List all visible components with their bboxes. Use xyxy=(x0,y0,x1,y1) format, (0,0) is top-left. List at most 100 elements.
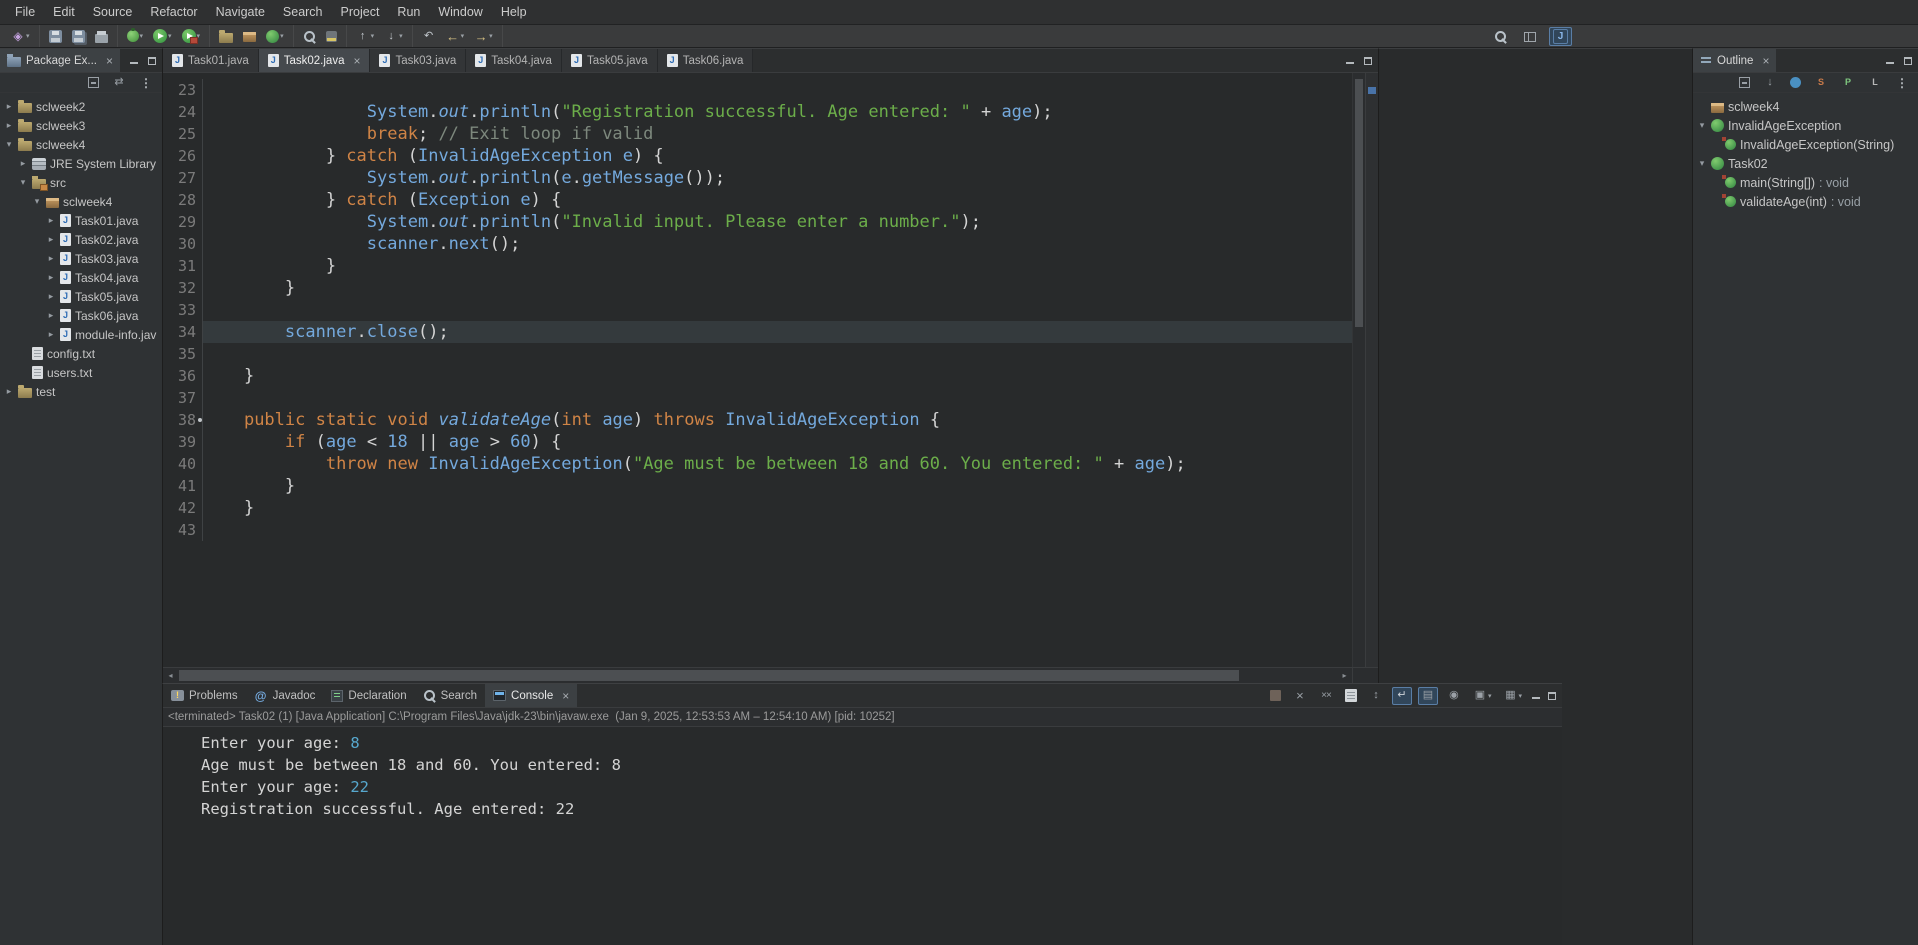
project-item-sclweek4[interactable]: ▾ sclweek4 xyxy=(0,192,162,211)
editor-tab-task01-java[interactable]: Task01.java xyxy=(163,49,259,72)
back-button[interactable]: ▾ xyxy=(442,27,469,45)
menu-item-source[interactable]: Source xyxy=(84,2,142,22)
line-number-gutter[interactable]: 28 xyxy=(163,189,203,211)
line-number-gutter[interactable]: 24 xyxy=(163,101,203,123)
chevron-expanded-icon[interactable]: ▾ xyxy=(4,139,14,150)
line-number-gutter[interactable]: 36 xyxy=(163,365,203,387)
clear-console-button[interactable] xyxy=(1342,687,1360,704)
line-number-gutter[interactable]: 35 xyxy=(163,343,203,365)
package-explorer-tab[interactable]: Package Ex... xyxy=(0,49,120,72)
chevron-collapsed-icon[interactable]: ▸ xyxy=(4,120,14,131)
new-java-project-button[interactable] xyxy=(215,28,237,45)
next-annotation-button[interactable]: ▾ xyxy=(380,27,407,45)
view-tab-problems[interactable]: Problems xyxy=(163,684,246,707)
overview-ruler[interactable] xyxy=(1365,73,1378,667)
new-package-button[interactable] xyxy=(239,28,260,44)
editor-tab-task03-java[interactable]: Task03.java xyxy=(370,49,467,72)
line-number-gutter[interactable]: 32 xyxy=(163,277,203,299)
hide-non-public-button[interactable] xyxy=(1838,74,1858,92)
close-tab-icon[interactable] xyxy=(353,54,360,68)
line-number-gutter[interactable]: 23 xyxy=(163,79,203,101)
open-console-button[interactable]: ▾ xyxy=(1500,687,1525,705)
minimize-icon[interactable] xyxy=(129,56,139,66)
close-icon[interactable] xyxy=(106,54,113,68)
forward-button[interactable]: ▾ xyxy=(470,27,497,45)
last-edit-location-button[interactable] xyxy=(418,27,440,45)
editor-tab-task06-java[interactable]: Task06.java xyxy=(657,49,754,72)
outline-tab[interactable]: Outline xyxy=(1693,49,1777,72)
project-item-sclweek2[interactable]: ▸ sclweek2 xyxy=(0,97,162,116)
project-item-task05-java[interactable]: ▸ Task05.java xyxy=(0,287,162,306)
line-number-gutter[interactable]: 39 xyxy=(163,431,203,453)
hide-local-types-button[interactable] xyxy=(1865,74,1885,92)
new-wizard-button[interactable]: ▾ xyxy=(7,27,34,45)
menu-item-file[interactable]: File xyxy=(6,2,44,22)
menu-item-window[interactable]: Window xyxy=(429,2,491,22)
project-item-config-txt[interactable]: config.txt xyxy=(0,344,162,363)
view-tab-search[interactable]: Search xyxy=(415,684,485,707)
view-menu-button[interactable] xyxy=(1892,74,1912,92)
menu-item-search[interactable]: Search xyxy=(274,2,332,22)
chevron-collapsed-icon[interactable]: ▸ xyxy=(46,310,56,321)
maximize-icon[interactable] xyxy=(1903,56,1913,66)
vertical-scrollbar-thumb[interactable] xyxy=(1355,79,1363,327)
line-number-gutter[interactable]: 31 xyxy=(163,255,203,277)
remove-launch-button[interactable] xyxy=(1290,687,1310,705)
close-icon[interactable] xyxy=(1762,54,1769,68)
line-number-gutter[interactable]: 26 xyxy=(163,145,203,167)
save-button[interactable] xyxy=(45,28,66,45)
menu-item-help[interactable]: Help xyxy=(492,2,536,22)
view-tab-declaration[interactable]: Declaration xyxy=(323,684,414,707)
collapse-all-button[interactable] xyxy=(85,75,102,90)
save-all-button[interactable] xyxy=(68,28,89,45)
debug-button[interactable]: ▾ xyxy=(123,28,148,44)
previous-annotation-button[interactable]: ▾ xyxy=(352,27,379,45)
project-item-task02-java[interactable]: ▸ Task02.java xyxy=(0,230,162,249)
chevron-expanded-icon[interactable]: ▾ xyxy=(1697,120,1707,131)
line-number-gutter[interactable]: 34 xyxy=(163,321,203,343)
chevron-collapsed-icon[interactable]: ▸ xyxy=(18,158,28,169)
menu-item-navigate[interactable]: Navigate xyxy=(207,2,274,22)
code-editor[interactable]: 23 24 System.out.println("Registration su… xyxy=(163,73,1378,683)
hide-static-button[interactable] xyxy=(1811,74,1831,92)
project-item-task06-java[interactable]: ▸ Task06.java xyxy=(0,306,162,325)
project-item-task03-java[interactable]: ▸ Task03.java xyxy=(0,249,162,268)
outline-item-main-string[interactable]: main(String[]) : void xyxy=(1693,173,1918,192)
outline-item-sclweek4[interactable]: sclweek4 xyxy=(1693,97,1918,116)
line-number-gutter[interactable]: 41 xyxy=(163,475,203,497)
horizontal-scrollbar-thumb[interactable] xyxy=(179,670,1239,681)
print-button[interactable] xyxy=(91,28,112,45)
project-item-sclweek3[interactable]: ▸ sclweek3 xyxy=(0,116,162,135)
close-tab-icon[interactable] xyxy=(562,689,569,703)
minimize-icon[interactable] xyxy=(1531,691,1541,701)
new-class-button[interactable]: ▾ xyxy=(262,28,288,45)
line-number-gutter[interactable]: 33 xyxy=(163,299,203,321)
chevron-expanded-icon[interactable]: ▾ xyxy=(1697,158,1707,169)
run-button[interactable]: ▾ xyxy=(149,27,176,45)
editor-tab-task02-java[interactable]: Task02.java xyxy=(258,49,371,72)
chevron-collapsed-icon[interactable]: ▸ xyxy=(46,291,56,302)
view-tab-javadoc[interactable]: Javadoc xyxy=(246,684,324,707)
scroll-right-icon[interactable]: ▸ xyxy=(1337,668,1352,683)
project-item-task01-java[interactable]: ▸ Task01.java xyxy=(0,211,162,230)
minimize-icon[interactable] xyxy=(1345,56,1355,66)
remove-all-launches-button[interactable] xyxy=(1316,687,1336,705)
scroll-left-icon[interactable]: ◂ xyxy=(163,668,178,683)
chevron-collapsed-icon[interactable]: ▸ xyxy=(46,329,56,340)
chevron-collapsed-icon[interactable]: ▸ xyxy=(46,272,56,283)
project-item-src[interactable]: ▾ src xyxy=(0,173,162,192)
editor-vertical-scrollbar[interactable] xyxy=(1352,73,1365,667)
terminate-button[interactable] xyxy=(1267,688,1284,703)
chevron-collapsed-icon[interactable]: ▸ xyxy=(4,101,14,112)
outline-item-invalidageexception[interactable]: ▾ InvalidAgeException xyxy=(1693,116,1918,135)
scroll-lock-button[interactable] xyxy=(1366,687,1386,705)
line-number-gutter[interactable]: 40 xyxy=(163,453,203,475)
line-number-gutter[interactable]: 30 xyxy=(163,233,203,255)
display-selected-console-button[interactable]: ▾ xyxy=(1470,687,1495,705)
chevron-collapsed-icon[interactable]: ▸ xyxy=(46,215,56,226)
view-tab-console[interactable]: Console xyxy=(485,684,578,707)
sort-button[interactable] xyxy=(1760,74,1780,92)
outline-item-invalidageexception-string[interactable]: InvalidAgeException(String) xyxy=(1693,135,1918,154)
mark-occurrences-button[interactable] xyxy=(322,29,341,44)
maximize-icon[interactable] xyxy=(147,56,157,66)
